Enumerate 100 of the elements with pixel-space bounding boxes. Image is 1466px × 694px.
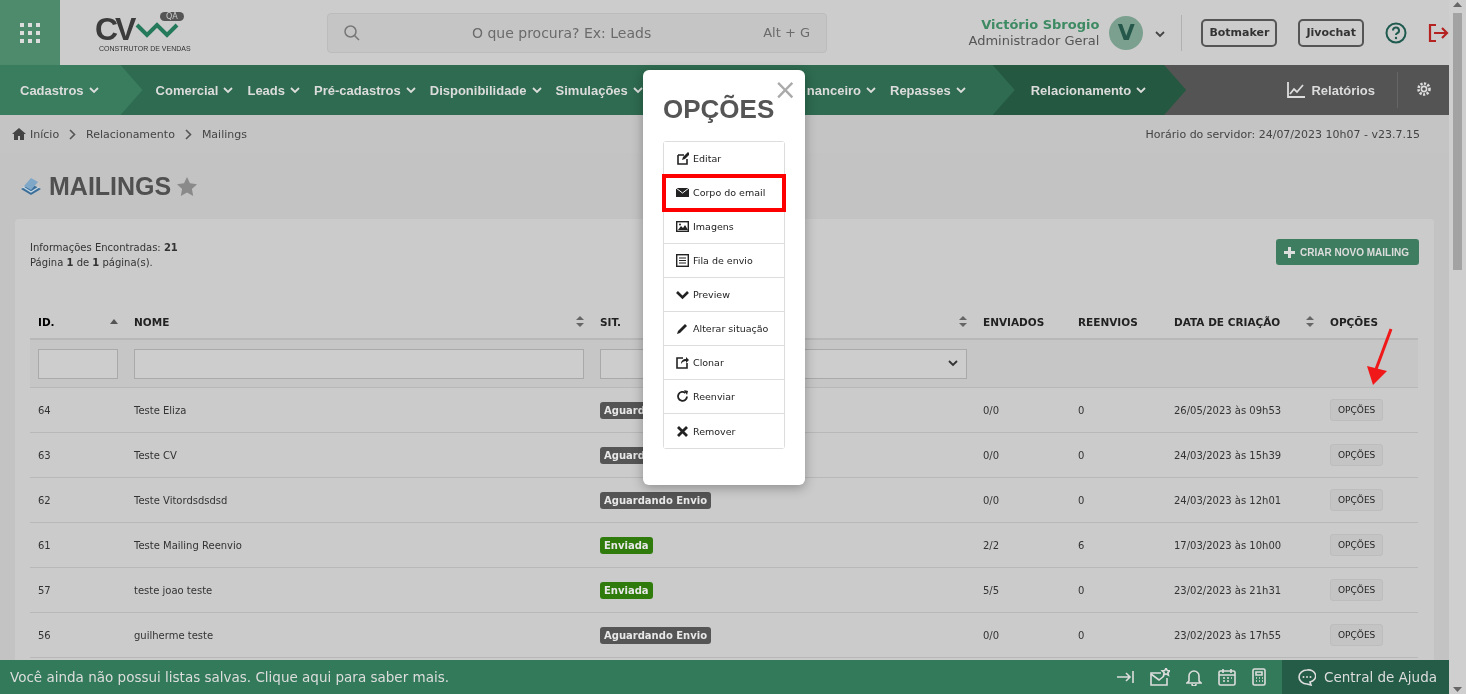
chat-icon <box>1298 668 1316 686</box>
nav-menu-item[interactable]: Cadastros <box>0 65 143 115</box>
chevron-right-icon <box>69 128 77 140</box>
chevron-down-icon <box>948 360 958 367</box>
options-button[interactable]: OPÇÕES <box>1330 579 1384 601</box>
list-icon <box>676 254 689 267</box>
chevron-down-icon <box>405 86 416 94</box>
modal-title: OPÇÕES <box>663 94 776 125</box>
nav-menu-item[interactable]: Pré-cadastros <box>307 65 423 115</box>
chevron-right-icon <box>184 128 192 140</box>
shortcut-hint: Alt + G <box>763 25 810 40</box>
table-cell: 5/5 <box>975 567 1070 613</box>
breadcrumb-link[interactable]: Relacionamento <box>86 127 175 141</box>
chevron-down-icon <box>955 86 966 94</box>
filter-input[interactable] <box>134 348 584 379</box>
sort-icon[interactable] <box>576 316 584 327</box>
page-title: MAILINGS <box>49 171 172 201</box>
create-mailing-button[interactable]: CRIAR NOVO MAILING <box>1276 239 1419 265</box>
scroll-down-icon[interactable] <box>1453 684 1462 694</box>
settings-icon[interactable] <box>1415 79 1433 98</box>
status-badge: Enviada <box>600 536 653 554</box>
server-time: Horário do servidor: 24/07/2023 10h07 - v23.7.15 <box>1145 127 1420 141</box>
line-chart-icon <box>1287 82 1306 98</box>
bell-icon[interactable] <box>1186 668 1202 686</box>
table-cell: 2/2 <box>975 522 1070 568</box>
chevron-down-icon <box>88 86 99 94</box>
status-badge: Aguardando Envio <box>600 491 711 509</box>
table-cell: 64 <box>30 387 126 433</box>
close-icon <box>676 424 689 438</box>
nav-menu-item[interactable]: Comercial <box>148 65 241 115</box>
options-button[interactable]: OPÇÕES <box>1330 444 1384 466</box>
table-cell: Teste Eliza <box>126 387 592 433</box>
options-button[interactable]: OPÇÕES <box>1330 624 1384 646</box>
user-role: Administrador Geral <box>968 32 1100 49</box>
sort-ascending-icon[interactable] <box>110 319 118 324</box>
sort-icon[interactable] <box>959 316 967 327</box>
info-message[interactable]: Você ainda não possui listas salvas. Clique aqui para saber mais. <box>10 669 1116 685</box>
table-cell: 0 <box>1070 612 1166 658</box>
table-cell: 23/02/2023 às 17h55 <box>1166 612 1322 658</box>
image-icon <box>676 220 689 233</box>
options-button[interactable]: OPÇÕES <box>1330 399 1384 421</box>
status-badge: Enviada <box>600 581 653 599</box>
calendar-icon[interactable] <box>1218 668 1236 686</box>
filter-input[interactable] <box>38 348 118 379</box>
user-name: Victório Sbrogio <box>980 16 1100 33</box>
chevron-down-icon <box>531 86 542 94</box>
table-cell: 26/05/2023 às 09h53 <box>1166 387 1322 433</box>
scrollbar-thumb[interactable] <box>1453 13 1462 270</box>
table-cell: 0/0 <box>975 432 1070 478</box>
table-cell: guilherme teste <box>126 612 592 658</box>
star-icon[interactable] <box>177 176 198 196</box>
integration-button[interactable]: Jivochat <box>1298 18 1364 47</box>
integration-button[interactable]: Botmaker <box>1201 18 1278 47</box>
chevron-down-icon <box>676 288 689 301</box>
nav-menu-item[interactable]: Relacionamento <box>992 65 1187 115</box>
menu-item[interactable]: Corpo do email <box>664 176 784 210</box>
table-cell: 63 <box>30 432 126 478</box>
table-cell: Teste CV <box>126 432 592 478</box>
table-cell: 6 <box>1070 522 1166 568</box>
help-icon[interactable] <box>1385 21 1407 44</box>
calculator-icon[interactable] <box>1252 668 1266 686</box>
nav-menu-item[interactable]: Repasses <box>883 65 973 115</box>
nav-menu-item[interactable]: Disponibilidade <box>422 65 549 115</box>
table-cell: 0 <box>1070 432 1166 478</box>
table-cell: 0 <box>1070 387 1166 433</box>
breadcrumb-link[interactable]: Início <box>30 127 60 141</box>
logo-mark: CV <box>95 13 134 44</box>
table-cell: 0/0 <box>975 612 1070 658</box>
collapse-icon[interactable] <box>1116 669 1134 685</box>
chevron-down-icon <box>866 86 876 94</box>
logo-badge: QA <box>160 11 184 21</box>
nav-menu-item[interactable]: nanceiro <box>799 65 883 115</box>
options-button[interactable]: OPÇÕES <box>1330 489 1384 511</box>
table-cell: 57 <box>30 567 126 613</box>
mailing-icon <box>19 175 43 197</box>
nav-menu-item[interactable]: Simulações <box>548 65 650 115</box>
scroll-up-icon[interactable] <box>1453 0 1462 10</box>
search-icon <box>344 24 360 41</box>
table-cell: 17/03/2023 às 10h00 <box>1166 522 1322 568</box>
sort-icon[interactable] <box>1306 316 1314 327</box>
logout-icon[interactable] <box>1427 22 1449 43</box>
table-cell: 23/02/2023 às 21h31 <box>1166 567 1322 613</box>
apps-menu-button[interactable] <box>0 0 60 65</box>
nav-menu-item[interactable]: Leads <box>240 65 308 115</box>
table-cell: Teste Mailing Reenvio <box>126 522 592 568</box>
options-button[interactable]: OPÇÕES <box>1330 534 1384 556</box>
mail-star-icon[interactable] <box>1150 668 1170 686</box>
table-cell: 0/0 <box>975 387 1070 433</box>
summary-text: Informações Encontradas: 21 <box>30 241 178 255</box>
chevron-down-icon <box>632 86 643 94</box>
table-cell: 24/03/2023 às 12h01 <box>1166 477 1322 523</box>
status-badge: Aguardando Envio <box>600 626 711 644</box>
help-center-button[interactable]: Central de Ajuda <box>1282 660 1449 694</box>
table-cell: 24/03/2023 às 15h39 <box>1166 432 1322 478</box>
chevron-down-icon <box>290 86 301 94</box>
table-cell: 61 <box>30 522 126 568</box>
pencil-icon <box>676 322 689 335</box>
chevron-down-icon <box>1155 31 1166 38</box>
edit-icon <box>676 152 689 165</box>
breadcrumb-link[interactable]: Mailings <box>201 127 247 141</box>
